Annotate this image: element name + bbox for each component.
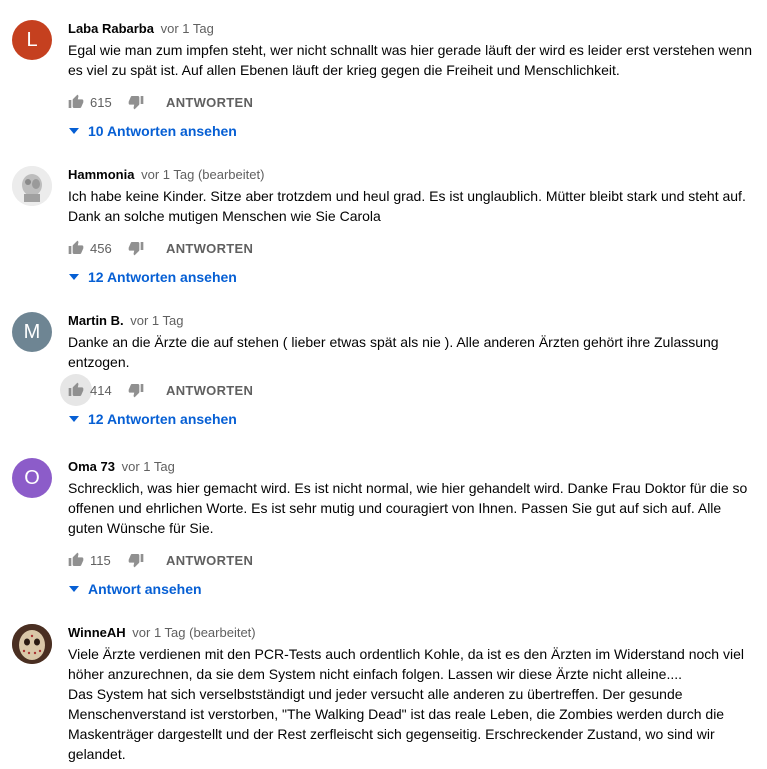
like-button[interactable] [64,90,88,114]
view-replies-label: 12 Antworten ansehen [88,269,237,285]
caret-down-icon [66,123,82,139]
avatar-letter: M [23,320,41,343]
caret-down-icon [66,269,82,285]
thumb-up-icon [68,382,84,396]
comment-header: Martin B. vor 1 Tag [68,312,755,330]
thumb-down-icon [128,554,144,568]
thumb-down-icon [128,242,144,256]
dislike-button[interactable] [124,90,148,114]
thumb-up-icon [68,240,84,254]
reply-button[interactable]: ANTWORTEN [166,95,253,110]
reply-button[interactable]: ANTWORTEN [166,241,253,256]
like-button[interactable] [64,236,88,260]
avatar[interactable] [12,166,52,206]
comment-time[interactable]: vor 1 Tag [130,313,183,328]
view-replies-label: Antwort ansehen [88,581,202,597]
comment-text: Danke an die Ärzte die auf stehen ( lieb… [68,332,755,372]
author-name[interactable]: Oma 73 [68,459,115,474]
view-replies-button[interactable]: 12 Antworten ansehen [66,408,755,430]
thumb-down-icon [128,384,144,398]
dislike-button[interactable] [124,236,148,260]
thumb-up-icon [68,552,84,566]
comment-header: WinneAH vor 1 Tag (bearbeitet) [68,624,755,642]
comment-time[interactable]: vor 1 Tag (bearbeitet) [132,625,255,640]
comment-header: Hammonia vor 1 Tag (bearbeitet) [68,166,755,184]
view-replies-button[interactable]: 12 Antworten ansehen [66,266,755,288]
comment-header: Laba Rabarba vor 1 Tag [68,20,755,38]
author-name[interactable]: Hammonia [68,167,134,182]
like-button[interactable] [60,374,92,406]
author-name[interactable]: Martin B. [68,313,124,328]
view-replies-label: 12 Antworten ansehen [88,411,237,427]
comment-time[interactable]: vor 1 Tag [161,21,214,36]
caret-down-icon [66,581,82,597]
avatar-image [12,624,52,664]
comment-text-paragraph: Schrecklich, was hier gemacht wird. Es i… [68,480,748,536]
like-button[interactable] [64,548,88,572]
thumb-down-icon [128,96,144,110]
thumb-up-icon [68,94,84,108]
avatar[interactable]: M [12,312,52,352]
comment-text: Egal wie man zum impfen steht, wer nicht… [68,40,755,80]
caret-down-icon [66,411,82,427]
comment-body: Laba Rabarba vor 1 Tag Egal wie man zum … [68,20,755,142]
comment-header: Oma 73 vor 1 Tag [68,458,755,476]
reply-button[interactable]: ANTWORTEN [166,553,253,568]
comment-body: WinneAH vor 1 Tag (bearbeitet) Viele Ärz… [68,624,755,764]
comment-body: Oma 73 vor 1 Tag Schrecklich, was hier g… [68,458,755,600]
view-replies-label: 10 Antworten ansehen [88,123,237,139]
comment-actions: 615 ANTWORTEN [68,90,755,114]
comment-body: Hammonia vor 1 Tag (bearbeitet) Ich habe… [68,166,755,288]
comment-text-paragraph: Danke an die Ärzte die auf stehen ( lieb… [68,334,719,370]
comment-time[interactable]: vor 1 Tag [122,459,175,474]
comment-actions: 456 ANTWORTEN [68,236,755,260]
author-name[interactable]: WinneAH [68,625,126,640]
dislike-button[interactable] [124,548,148,572]
comment-actions: 414 ANTWORTEN [60,374,755,406]
dislike-button[interactable] [124,378,148,402]
view-replies-button[interactable]: Antwort ansehen [66,578,755,600]
avatar-letter: L [26,28,38,51]
avatar-image [12,166,52,206]
avatar[interactable] [12,624,52,664]
comment-text-paragraph: Ich habe keine Kinder. Sitze aber trotzd… [68,188,746,224]
comment-actions: 115 ANTWORTEN [68,548,755,572]
avatar-letter: O [24,466,40,489]
reply-button[interactable]: ANTWORTEN [166,383,253,398]
comment-body: Martin B. vor 1 Tag Danke an die Ärzte d… [60,312,755,430]
comment-text: Viele Ärzte verdienen mit den PCR-Tests … [68,644,755,764]
author-name[interactable]: Laba Rabarba [68,21,154,36]
avatar[interactable]: L [12,20,52,60]
comment-text-paragraph: Viele Ärzte verdienen mit den PCR-Tests … [68,646,744,682]
comment-text-paragraph: Das System hat sich verselbstständigt un… [68,686,725,762]
view-replies-button[interactable]: 10 Antworten ansehen [66,120,755,142]
comment-text: Ich habe keine Kinder. Sitze aber trotzd… [68,186,755,226]
comment-text-paragraph: Egal wie man zum impfen steht, wer nicht… [68,42,752,78]
comment-text: Schrecklich, was hier gemacht wird. Es i… [68,478,755,538]
avatar[interactable]: O [12,458,52,498]
comment-time[interactable]: vor 1 Tag (bearbeitet) [141,167,264,182]
